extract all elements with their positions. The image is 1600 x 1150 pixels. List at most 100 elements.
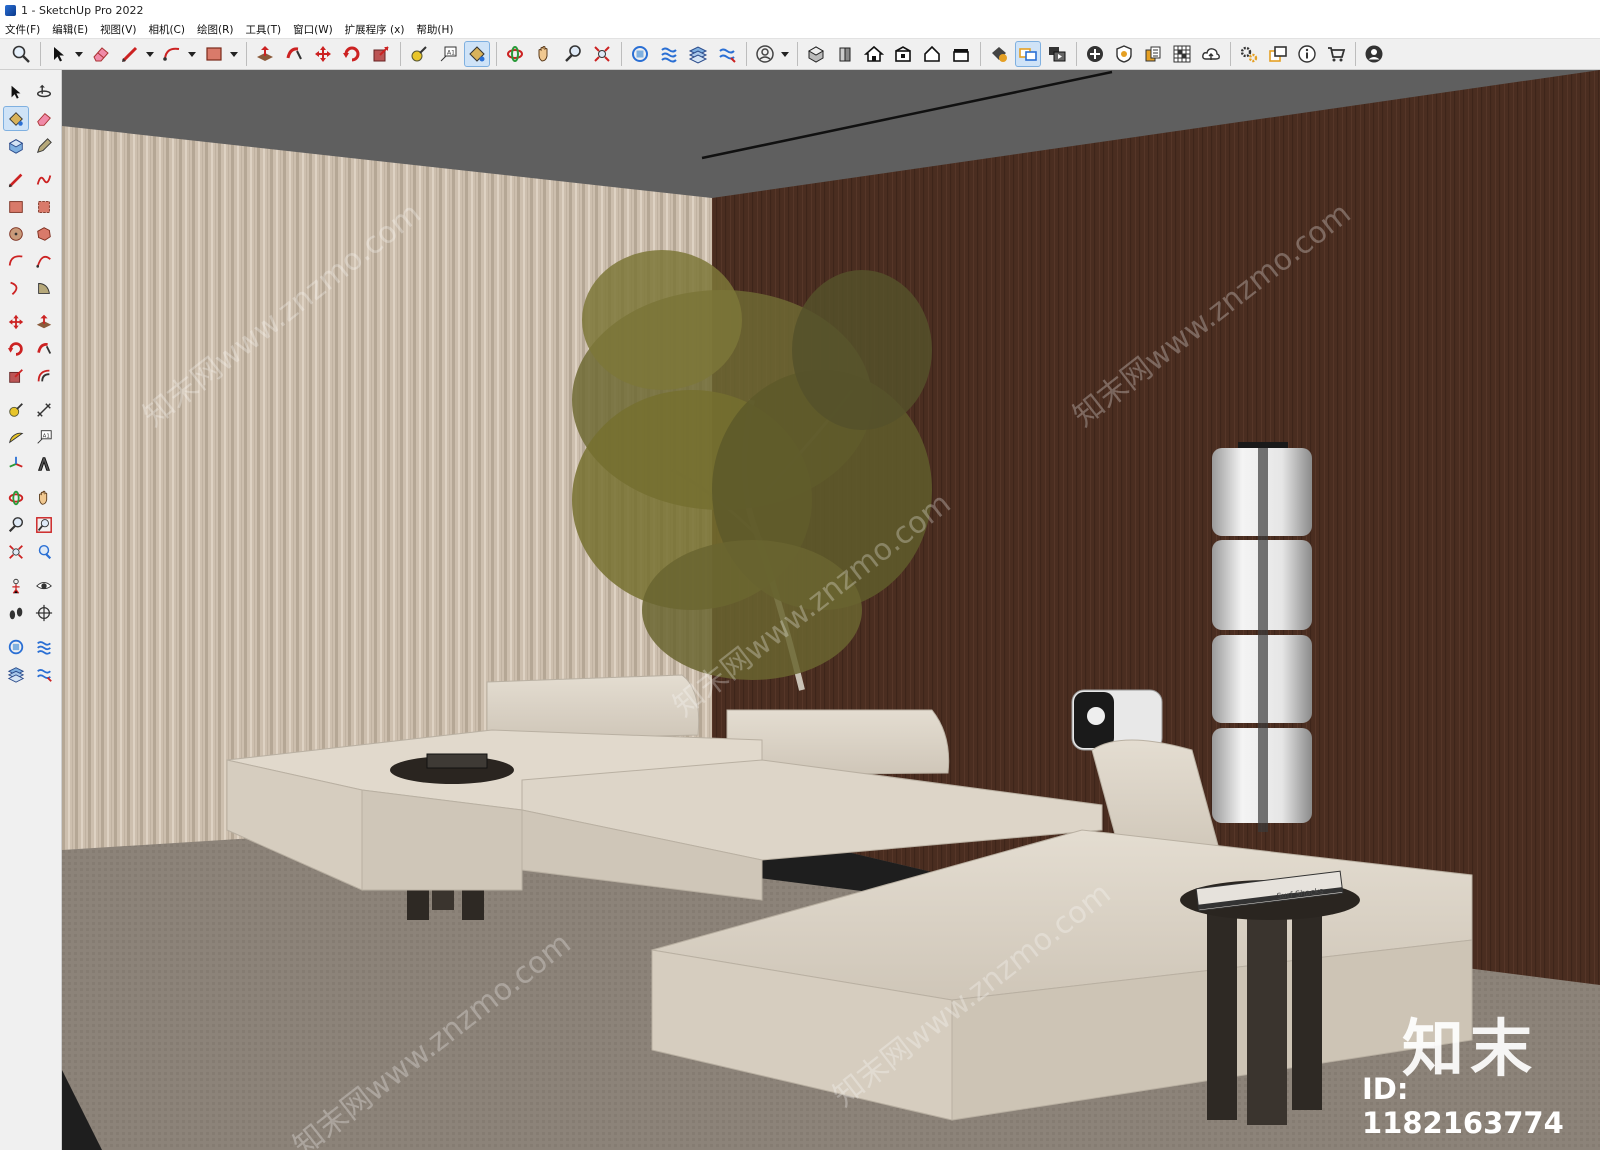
look-around-icon[interactable] xyxy=(31,573,57,598)
section-plane-icon[interactable] xyxy=(31,600,57,625)
component-icon[interactable] xyxy=(3,133,29,158)
pan-icon[interactable] xyxy=(531,41,557,67)
pie-icon[interactable] xyxy=(31,275,57,300)
extension-icon[interactable] xyxy=(1236,41,1262,67)
home-icon[interactable] xyxy=(861,41,887,67)
follow-me-icon[interactable] xyxy=(31,336,57,361)
tape-measure-icon[interactable] xyxy=(3,397,29,422)
pencil-dropdown-arrow[interactable] xyxy=(146,41,154,67)
front-view-icon[interactable] xyxy=(832,41,858,67)
back-view-icon[interactable] xyxy=(919,41,945,67)
3d-viewport[interactable]: Surf Shacks 知末网www.znzmo.com 知末网www.znzm… xyxy=(62,70,1600,1150)
rectangle-icon[interactable] xyxy=(3,194,29,219)
text-icon[interactable]: A1 xyxy=(31,424,57,449)
account-icon[interactable] xyxy=(1361,41,1387,67)
fog-icon[interactable] xyxy=(1140,41,1166,67)
arc-icon[interactable] xyxy=(3,248,29,273)
scenes-icon[interactable] xyxy=(1044,41,1070,67)
match-photo-icon[interactable] xyxy=(1169,41,1195,67)
orbit-icon[interactable] xyxy=(31,79,57,104)
select-icon[interactable] xyxy=(46,41,72,67)
layers-icon[interactable] xyxy=(31,661,57,686)
section-icon[interactable] xyxy=(656,41,682,67)
push-pull-icon[interactable] xyxy=(31,309,57,334)
menu-file[interactable]: 文件(F) xyxy=(0,22,46,37)
styles-icon[interactable] xyxy=(1015,41,1041,67)
line-icon[interactable] xyxy=(3,167,29,192)
select-dropdown-arrow[interactable] xyxy=(75,41,83,67)
cart-icon[interactable] xyxy=(1323,41,1349,67)
paint-bucket-icon[interactable] xyxy=(3,106,29,131)
info-icon[interactable] xyxy=(1294,41,1320,67)
zoom-window-icon[interactable] xyxy=(31,512,57,537)
zoom-extents-icon[interactable] xyxy=(589,41,615,67)
eraser-icon[interactable] xyxy=(88,41,114,67)
user-dropdown-arrow[interactable] xyxy=(781,41,789,67)
menu-edit[interactable]: 编辑(E) xyxy=(46,22,94,37)
select-icon[interactable] xyxy=(3,79,29,104)
rectangle-icon[interactable] xyxy=(201,41,227,67)
tag-icon[interactable] xyxy=(31,133,57,158)
menu-help[interactable]: 帮助(H) xyxy=(410,22,459,37)
polygon-icon[interactable] xyxy=(31,221,57,246)
cloud-icon[interactable] xyxy=(1198,41,1224,67)
display-section-icon[interactable] xyxy=(3,634,29,659)
tape-measure-icon[interactable] xyxy=(406,41,432,67)
rotate-icon[interactable] xyxy=(339,41,365,67)
menu-extensions[interactable]: 扩展程序 (x) xyxy=(339,22,411,37)
rectangle-dropdown-arrow[interactable] xyxy=(230,41,238,67)
walk-icon[interactable] xyxy=(3,600,29,625)
menu-bar: 文件(F) 编辑(E) 视图(V) 相机(C) 绘图(R) 工具(T) 窗口(W… xyxy=(0,20,1600,38)
scale-icon[interactable] xyxy=(368,41,394,67)
text-icon[interactable]: A1 xyxy=(435,41,461,67)
eraser-icon[interactable] xyxy=(31,106,57,131)
orbit-tool-icon[interactable] xyxy=(3,485,29,510)
zoom-tool-icon[interactable] xyxy=(560,41,586,67)
pan-icon[interactable] xyxy=(31,485,57,510)
menu-window[interactable]: 窗口(W) xyxy=(287,22,339,37)
axes-icon[interactable] xyxy=(3,451,29,476)
add-location-icon[interactable] xyxy=(1082,41,1108,67)
scale-icon[interactable] xyxy=(3,363,29,388)
orbit-icon[interactable] xyxy=(502,41,528,67)
paint-bucket-icon[interactable] xyxy=(464,41,490,67)
section-cut-icon[interactable] xyxy=(31,634,57,659)
three-point-arc-icon[interactable] xyxy=(3,275,29,300)
dimension-icon[interactable] xyxy=(31,397,57,422)
outliner-icon[interactable] xyxy=(714,41,740,67)
push-pull-icon[interactable] xyxy=(252,41,278,67)
follow-me-icon[interactable] xyxy=(281,41,307,67)
menu-camera[interactable]: 相机(C) xyxy=(142,22,191,37)
move-icon[interactable] xyxy=(3,309,29,334)
zoom-icon[interactable] xyxy=(8,41,34,67)
two-point-arc-icon[interactable] xyxy=(31,248,57,273)
user-icon[interactable] xyxy=(752,41,778,67)
layers-icon[interactable] xyxy=(685,41,711,67)
shadows-icon[interactable] xyxy=(1111,41,1137,67)
pencil-icon[interactable] xyxy=(117,41,143,67)
dialog-icon[interactable] xyxy=(1265,41,1291,67)
section-fill-icon[interactable] xyxy=(3,661,29,686)
circle-icon[interactable] xyxy=(3,221,29,246)
zoom-icon[interactable] xyxy=(3,512,29,537)
component-icon[interactable] xyxy=(627,41,653,67)
menu-view[interactable]: 视图(V) xyxy=(94,22,142,37)
materials-icon[interactable] xyxy=(986,41,1012,67)
move-icon[interactable] xyxy=(310,41,336,67)
arc-icon[interactable] xyxy=(159,41,185,67)
protractor-icon[interactable] xyxy=(3,424,29,449)
right-view-icon[interactable] xyxy=(890,41,916,67)
arc-dropdown-arrow[interactable] xyxy=(188,41,196,67)
rotated-rectangle-icon[interactable] xyxy=(31,194,57,219)
previous-view-icon[interactable] xyxy=(31,539,57,564)
freehand-icon[interactable] xyxy=(31,167,57,192)
zoom-extents-icon[interactable] xyxy=(3,539,29,564)
rotate-icon[interactable] xyxy=(3,336,29,361)
3d-text-icon[interactable] xyxy=(31,451,57,476)
menu-tools[interactable]: 工具(T) xyxy=(239,22,287,37)
offset-icon[interactable] xyxy=(31,363,57,388)
iso-view-icon[interactable] xyxy=(803,41,829,67)
menu-draw[interactable]: 绘图(R) xyxy=(191,22,240,37)
bottom-view-icon[interactable] xyxy=(948,41,974,67)
position-camera-icon[interactable] xyxy=(3,573,29,598)
